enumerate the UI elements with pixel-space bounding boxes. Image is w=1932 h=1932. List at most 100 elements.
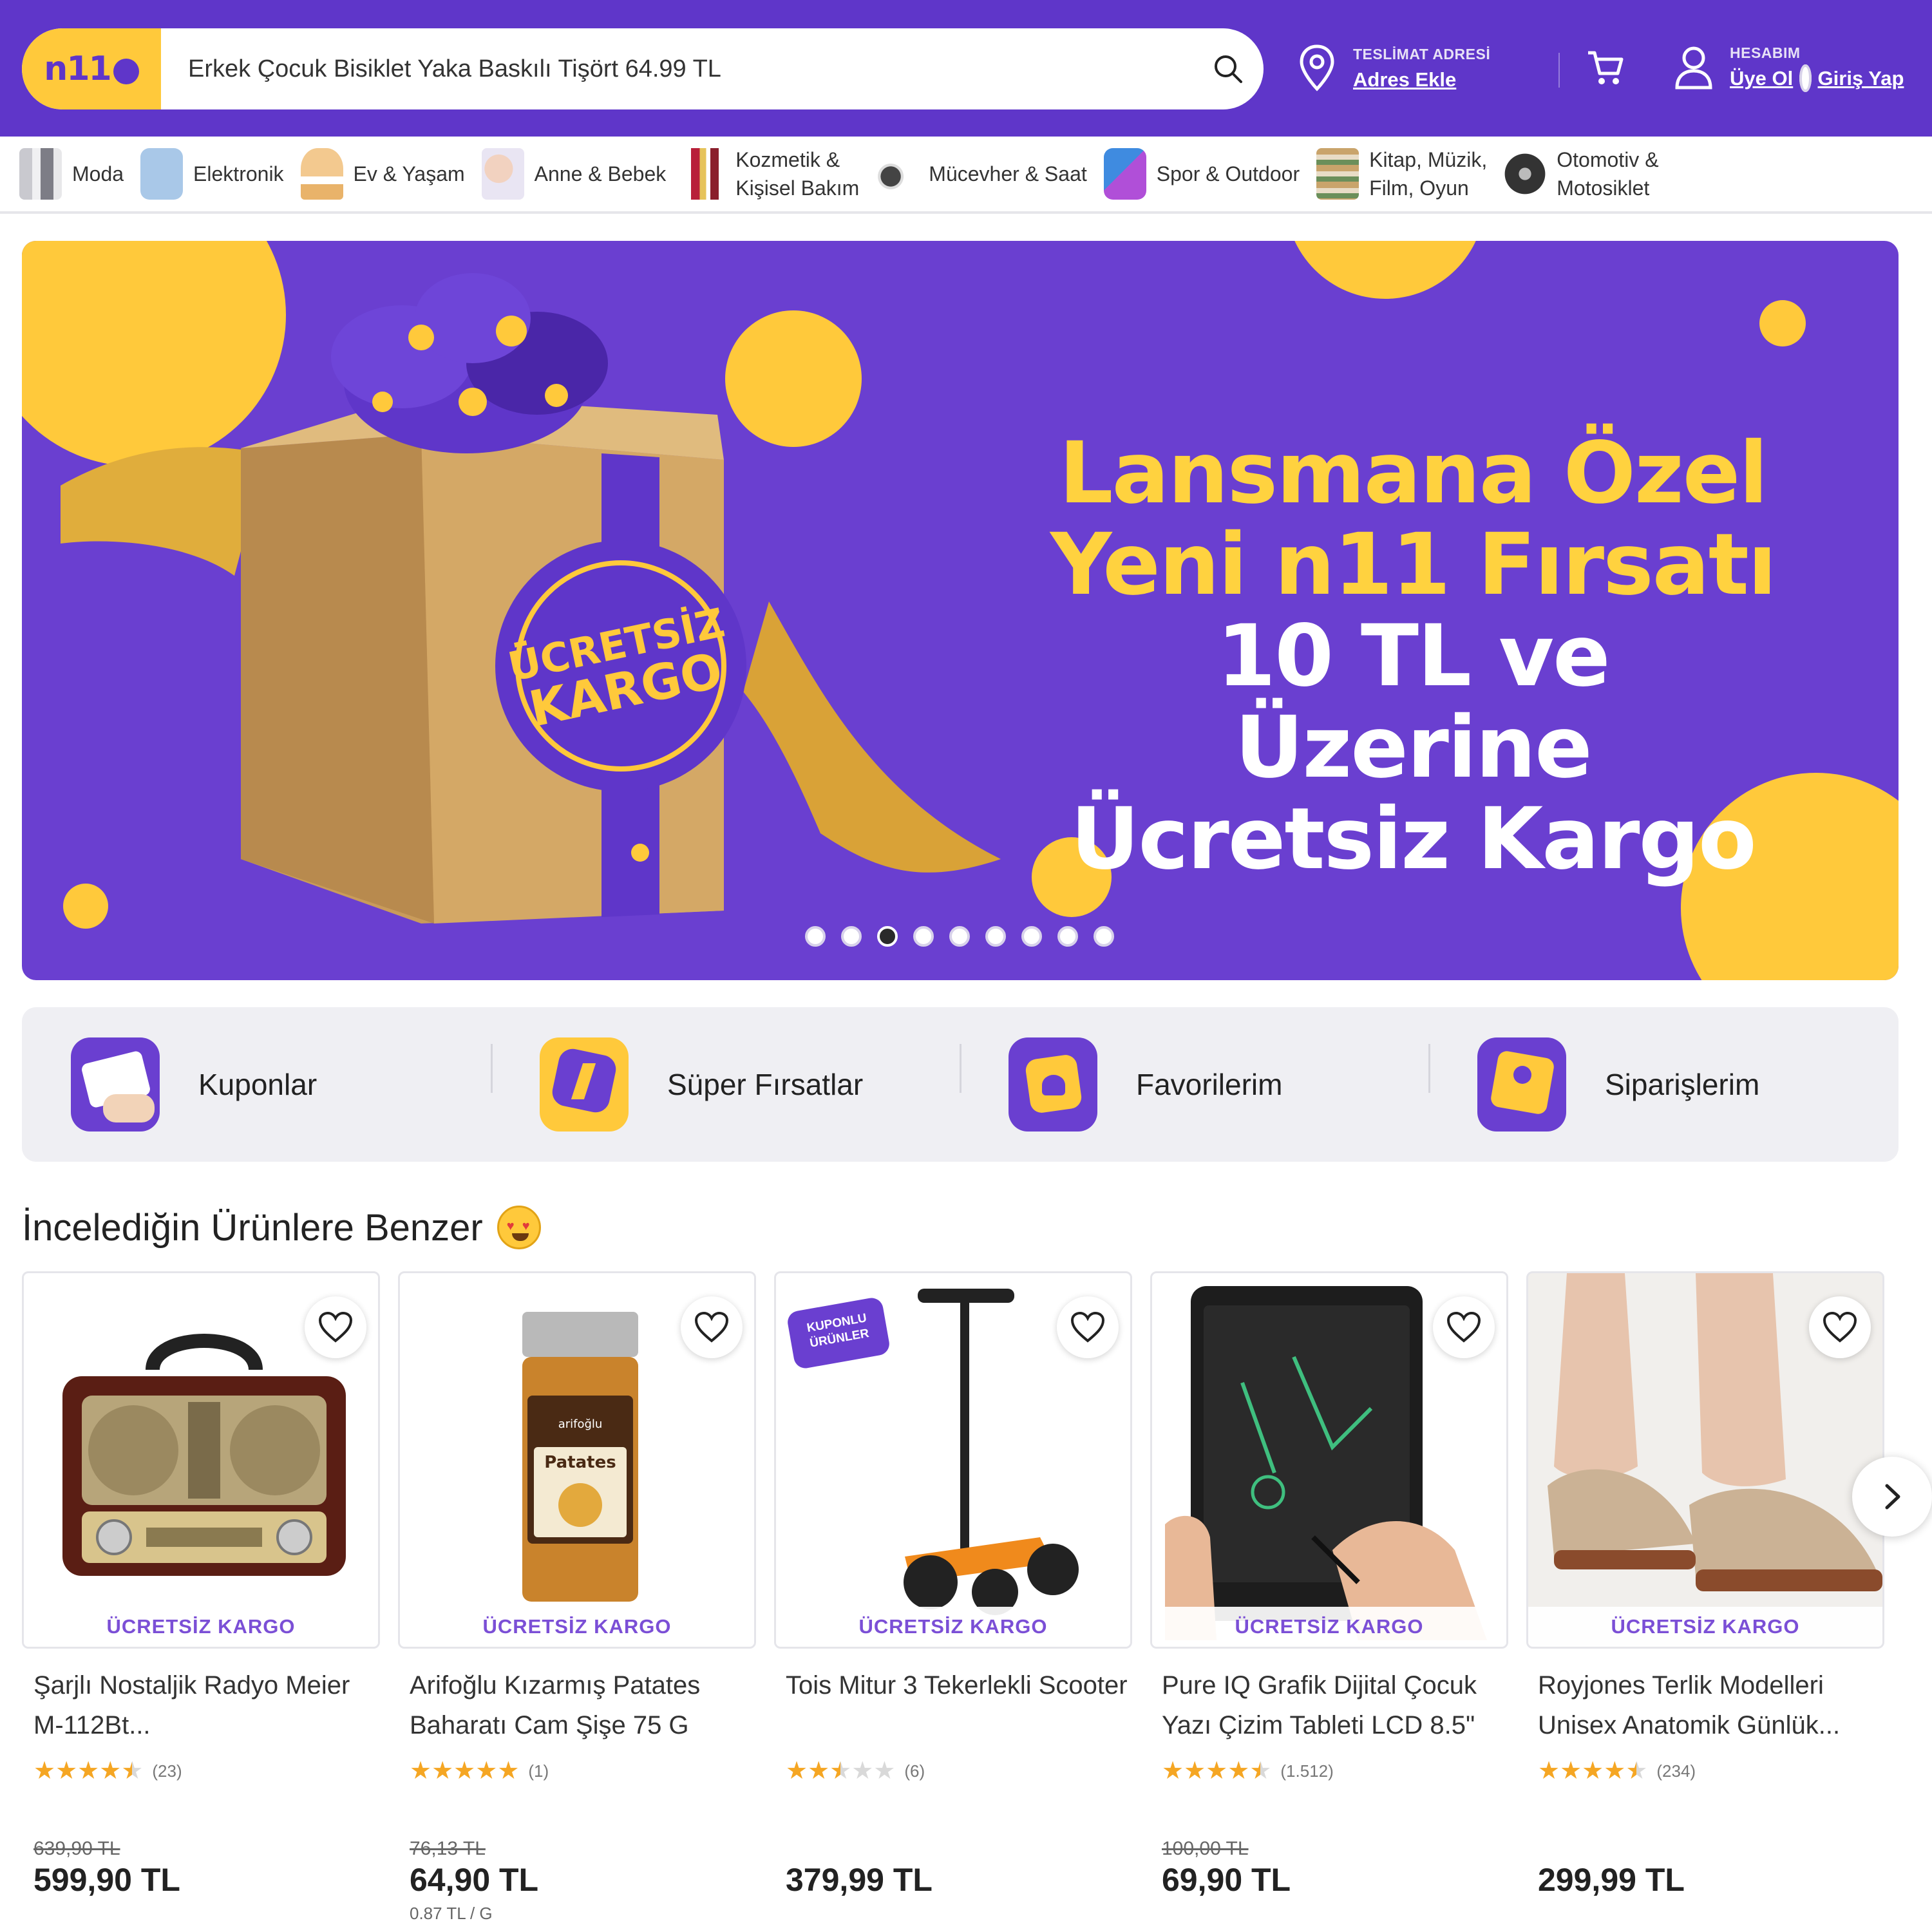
category-label: Elektronik <box>193 162 284 185</box>
star-icon: ★ <box>1560 1757 1582 1785</box>
carousel-dot[interactable] <box>841 926 862 947</box>
old-price: 76,13 TL <box>410 1838 486 1859</box>
product-card[interactable]: ÜCRETSİZ KARGO Şarjlı Nostaljik Radyo Me… <box>22 1271 380 1898</box>
favorite-heart-icon[interactable] <box>681 1296 743 1358</box>
coupon-icon <box>71 1037 160 1132</box>
price: 64,90 TL <box>410 1862 539 1898</box>
fashion-thumb-icon <box>19 148 62 200</box>
category-label: Ev & Yaşam <box>353 162 465 185</box>
product-image[interactable]: arifoğlu Patates ÜCRETSİZ KARGO <box>398 1271 756 1649</box>
star-icon: ★ <box>453 1757 476 1785</box>
product-card[interactable]: ÜCRETSİZ KARGO Pure IQ Grafik Dijital Ço… <box>1150 1271 1508 1898</box>
category-moda[interactable]: Moda <box>19 148 124 200</box>
register-link[interactable]: Üye Ol <box>1730 67 1793 90</box>
product-name[interactable]: Tois Mitur 3 Tekerlekli Scooter <box>774 1665 1132 1747</box>
carousel-dot[interactable] <box>1094 926 1114 947</box>
product-card[interactable]: KUPONLU ÜRÜNLER ÜCRETSİZ KARGO Tois Mitu… <box>774 1271 1132 1898</box>
star-icon: ★ <box>1249 1757 1272 1785</box>
jewelry-thumb-icon <box>876 148 919 200</box>
quick-link-label: Süper Fırsatlar <box>667 1068 864 1101</box>
star-icon: ★ <box>786 1757 808 1785</box>
header-divider <box>1558 53 1560 88</box>
product-name[interactable]: Şarjlı Nostaljik Radyo Meier M-112Bt... <box>22 1665 380 1747</box>
logo-ladybug-icon <box>113 59 139 84</box>
star-icon: ★ <box>1604 1757 1626 1785</box>
category-label: Mücevher & Saat <box>929 162 1087 185</box>
quick-link-favorites[interactable]: Favorilerim <box>960 1037 1428 1132</box>
heart-card-icon <box>1009 1037 1097 1132</box>
search-input[interactable]: Erkek Çocuk Bisiklet Yaka Baskılı Tişört… <box>161 55 1193 83</box>
banner-line-4: Ücretsiz Kargo <box>1070 790 1756 889</box>
product-card[interactable]: ÜCRETSİZ KARGO Royjones Terlik Modelleri… <box>1526 1271 1884 1898</box>
category-label: Kozmetik & Kişisel Bakım <box>735 148 860 200</box>
carousel-dot[interactable] <box>1021 926 1042 947</box>
category-label: Moda <box>72 162 124 185</box>
banner-line-1: Lansmana Özel <box>1059 424 1768 523</box>
carousel-dot[interactable] <box>913 926 934 947</box>
books-thumb-icon <box>1316 148 1359 200</box>
decor-circle <box>1759 300 1806 346</box>
quick-link-orders[interactable]: Siparişlerim <box>1428 1037 1897 1132</box>
login-link[interactable]: Giriş Yap <box>1818 67 1904 90</box>
product-name[interactable]: Arifoğlu Kızarmış Patates Baharatı Cam Ş… <box>398 1665 756 1747</box>
jar-text: Patates <box>544 1453 616 1472</box>
banner-line-2: Yeni n11 Fırsatı <box>1050 515 1777 614</box>
star-icon: ★ <box>431 1757 454 1785</box>
category-elektronik[interactable]: Elektronik <box>140 148 284 200</box>
star-icon: ★ <box>1206 1757 1228 1785</box>
search-icon[interactable] <box>1193 28 1264 109</box>
price: 299,99 TL <box>1538 1862 1685 1898</box>
product-image[interactable]: ÜCRETSİZ KARGO <box>22 1271 380 1649</box>
free-shipping-label: ÜCRETSİZ KARGO <box>400 1607 754 1647</box>
carousel-dot[interactable] <box>1057 926 1078 947</box>
delivery-address[interactable]: TESLİMAT ADRESİ Adres Ekle <box>1298 44 1490 93</box>
add-address-link[interactable]: Adres Ekle <box>1353 68 1490 91</box>
cart-icon[interactable] <box>1586 48 1625 88</box>
category-ev-yasam[interactable]: Ev & Yaşam <box>300 148 465 200</box>
category-kitap-muzik[interactable]: Kitap, Müzik, Film, Oyun <box>1316 146 1487 202</box>
spice-jar-image: arifoğlu Patates <box>522 1312 638 1602</box>
product-card[interactable]: arifoğlu Patates ÜCRETSİZ KARGO Arifoğlu… <box>398 1271 756 1923</box>
rating-stars: ★★★★★ (1.512) <box>1150 1758 1508 1784</box>
carousel-dot[interactable] <box>805 926 826 947</box>
free-shipping-label: ÜCRETSİZ KARGO <box>776 1607 1130 1647</box>
carousel-next-arrow-icon[interactable] <box>1852 1457 1932 1537</box>
category-mucevher-saat[interactable]: Mücevher & Saat <box>876 148 1087 200</box>
category-anne-bebek[interactable]: Anne & Bebek <box>481 148 666 200</box>
sport-thumb-icon <box>1103 148 1146 200</box>
category-spor-outdoor[interactable]: Spor & Outdoor <box>1103 148 1300 200</box>
favorite-heart-icon[interactable] <box>305 1296 366 1358</box>
quick-link-label: Kuponlar <box>198 1068 317 1101</box>
product-image[interactable]: ÜCRETSİZ KARGO <box>1150 1271 1508 1649</box>
category-kozmetik[interactable]: Kozmetik & Kişisel Bakım <box>683 146 859 202</box>
favorite-heart-icon[interactable] <box>1057 1296 1119 1358</box>
product-name[interactable]: Pure IQ Grafik Dijital Çocuk Yazı Çizim … <box>1150 1665 1508 1747</box>
price: 599,90 TL <box>33 1862 180 1898</box>
product-name[interactable]: Royjones Terlik Modelleri Unisex Anatomi… <box>1526 1665 1884 1747</box>
carousel-dot[interactable] <box>877 926 898 947</box>
category-otomotiv[interactable]: Otomotiv & Motosiklet <box>1504 146 1659 202</box>
carousel-dot[interactable] <box>985 926 1006 947</box>
category-bar: Moda Elektronik Ev & Yaşam Anne & Bebek … <box>0 137 1932 214</box>
n11-logo[interactable]: n11 <box>22 28 161 109</box>
unit-price: 0.87 TL / G <box>410 1904 493 1923</box>
promo-banner[interactable]: ÜCRETSİZ KARGO Lansmana Özel Yeni n11 Fı… <box>22 241 1899 980</box>
favorite-heart-icon[interactable] <box>1433 1296 1495 1358</box>
favorite-heart-icon[interactable] <box>1809 1296 1871 1358</box>
rating-stars: ★★★★★ (6) <box>774 1758 1132 1784</box>
radio-image <box>62 1334 346 1576</box>
star-icon: ★ <box>1538 1757 1560 1785</box>
quick-link-super-deals[interactable]: Süper Fırsatlar <box>491 1037 960 1132</box>
product-image[interactable]: KUPONLU ÜRÜNLER ÜCRETSİZ KARGO <box>774 1271 1132 1649</box>
product-image[interactable]: ÜCRETSİZ KARGO <box>1526 1271 1884 1649</box>
quick-link-coupons[interactable]: Kuponlar <box>22 1037 491 1132</box>
carousel-dot[interactable] <box>949 926 970 947</box>
star-icon: ★ <box>55 1757 78 1785</box>
section-title: İncelediğin Ürünlere Benzer ♥ ♥ <box>22 1206 541 1249</box>
top-header: n11 Erkek Çocuk Bisiklet Yaka Baskılı Ti… <box>0 0 1932 137</box>
star-icon: ★ <box>475 1757 498 1785</box>
jar-brand: arifoğlu <box>558 1417 603 1431</box>
rating-stars: ★★★★★ (234) <box>1526 1758 1884 1784</box>
package-icon <box>1477 1037 1566 1132</box>
star-icon: ★ <box>1184 1757 1206 1785</box>
